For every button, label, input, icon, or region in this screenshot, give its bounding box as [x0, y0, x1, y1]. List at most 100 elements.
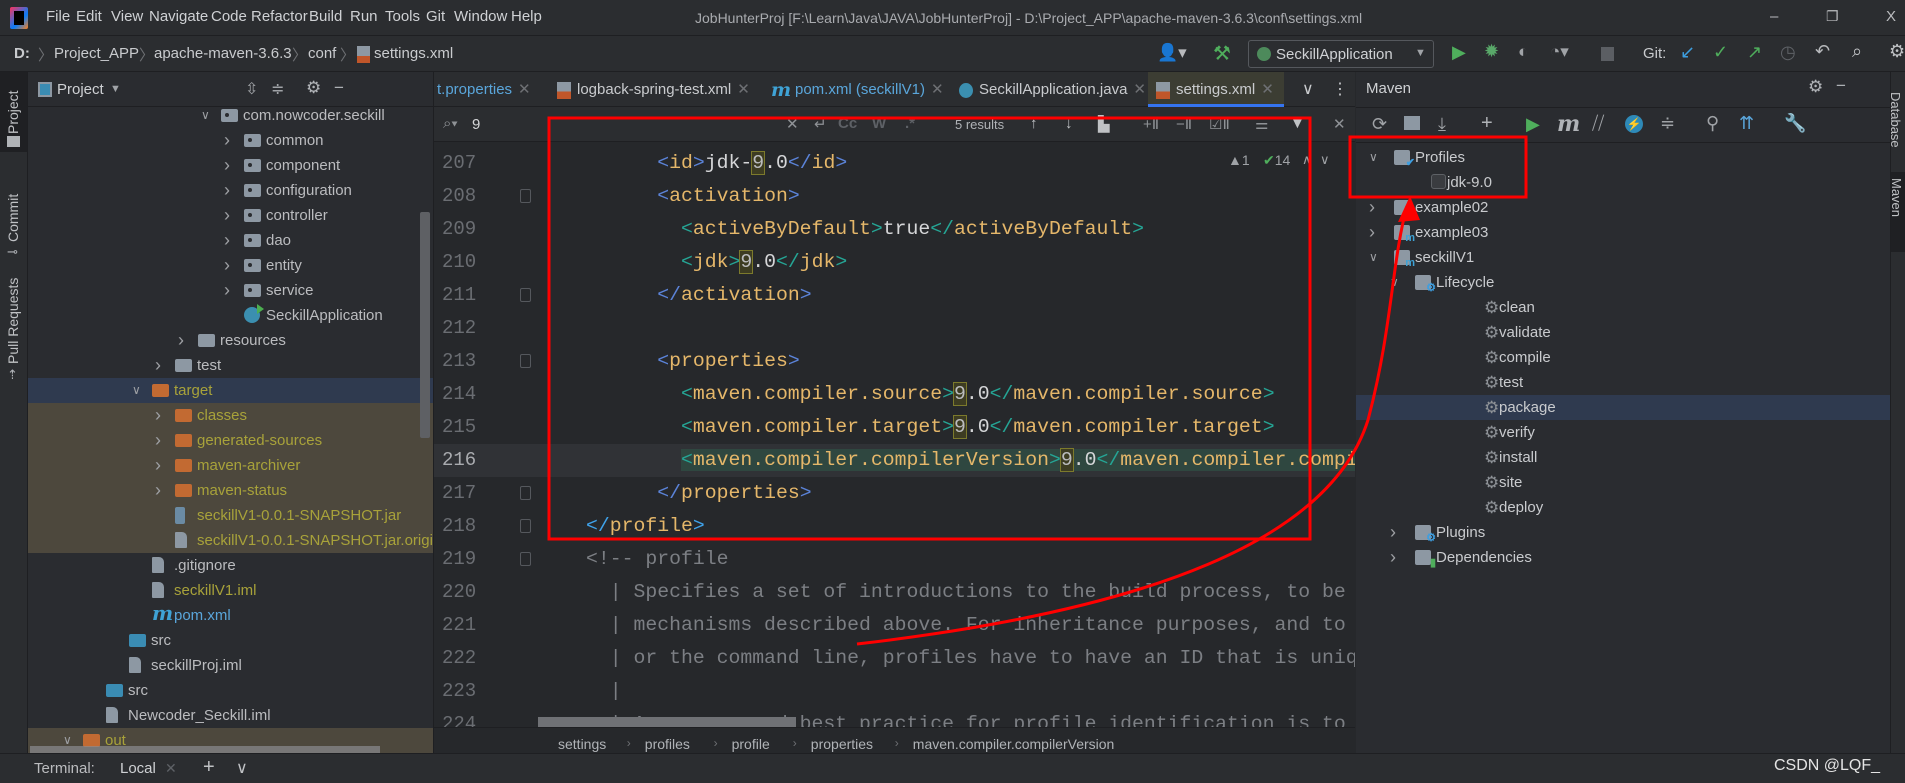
chevron-down-icon[interactable]: ▼	[110, 83, 121, 95]
settings-wrench-icon[interactable]: 🔧	[1784, 113, 1806, 134]
tree-item[interactable]: .gitignore	[28, 553, 433, 578]
run-config-select[interactable]: SeckillApplication ▼	[1248, 40, 1434, 68]
maven-tree-item[interactable]: ⚙ install	[1356, 445, 1890, 470]
tree-item[interactable]: › maven-archiver	[28, 453, 433, 478]
tab-seckillapplication[interactable]: SeckillApplication.java ✕	[951, 72, 1146, 107]
maven-tree-item[interactable]: ⚙ package	[1356, 395, 1890, 420]
code-line[interactable]: 215 <maven.compiler.target>9.0</maven.co…	[434, 411, 1355, 444]
tab-pom[interactable]: m pom.xml (seckillV1) ✕	[763, 72, 944, 107]
close-find-icon[interactable]: ✕	[1333, 115, 1346, 133]
tree-item[interactable]: › test	[28, 353, 433, 378]
menu-run[interactable]: Run	[350, 8, 378, 25]
code-line[interactable]: 221 | mechanisms described above. For in…	[434, 609, 1355, 642]
tree-item[interactable]: › entity	[28, 253, 433, 278]
chevron-right-icon[interactable]: ›	[155, 428, 161, 453]
tree-item[interactable]: Newcoder_Seckill.iml	[28, 703, 433, 728]
close-button[interactable]: X	[1886, 8, 1896, 25]
stop-icon[interactable]	[1601, 47, 1614, 61]
chevron-right-icon[interactable]: ›	[1369, 195, 1375, 220]
collapse-all-icon[interactable]: ≑	[271, 79, 284, 99]
code-line[interactable]: 219 <!-- profile	[434, 543, 1355, 576]
match-case-toggle[interactable]: Cc	[838, 115, 857, 132]
tree-item[interactable]: › common	[28, 128, 433, 153]
menu-file[interactable]: File	[46, 8, 70, 25]
breadcrumb-compilerversion[interactable]: maven.compiler.compilerVersion	[913, 736, 1115, 752]
chevron-down-icon[interactable]: ∨	[1369, 145, 1378, 170]
close-tab-icon[interactable]: ✕	[737, 81, 750, 98]
tree-item[interactable]: ∨ com.nowcoder.seckill	[28, 103, 433, 128]
code-line[interactable]: 218 </profile>	[434, 510, 1355, 543]
add-icon[interactable]: +	[1481, 112, 1493, 135]
tree-item[interactable]: › service	[28, 278, 433, 303]
tree-item[interactable]: › classes	[28, 403, 433, 428]
fold-marker-icon[interactable]	[520, 354, 531, 368]
code-line[interactable]: 211 </activation>	[434, 279, 1355, 312]
maven-tree-item[interactable]: ⚙ compile	[1356, 345, 1890, 370]
menu-code[interactable]: Code	[211, 8, 247, 25]
download-icon[interactable]: ⤓	[1438, 114, 1446, 135]
new-terminal-icon[interactable]: +	[203, 756, 215, 779]
chevron-down-icon[interactable]: ∨	[132, 378, 141, 403]
tree-item[interactable]: › maven-status	[28, 478, 433, 503]
run-icon[interactable]: ▶	[1526, 114, 1540, 135]
user-icon[interactable]: 👤▾	[1157, 43, 1187, 63]
next-occurrence-icon[interactable]: ↓	[1065, 115, 1073, 132]
code-line[interactable]: 222 | or the command line, profiles have…	[434, 642, 1355, 675]
fold-marker-icon[interactable]	[520, 519, 531, 533]
maven-tree-item[interactable]: ⚙ validate	[1356, 320, 1890, 345]
project-view-select[interactable]: Project	[57, 81, 104, 98]
tree-item[interactable]: src	[28, 678, 433, 703]
check-icon[interactable]: ✔14	[1263, 152, 1290, 169]
maven-tree-item[interactable]: jdk-9.0	[1356, 170, 1890, 195]
breadcrumb-profile[interactable]: profile	[732, 736, 770, 752]
tree-item[interactable]: SeckillApplication	[28, 303, 433, 328]
multiline-icon[interactable]: ☰	[1255, 115, 1268, 133]
search-options-icon[interactable]: ⌕▾	[443, 115, 458, 132]
run-icon[interactable]: ▶	[1452, 42, 1466, 63]
maven-tree-item[interactable]: ⚙ site	[1356, 470, 1890, 495]
terminal-tab-local[interactable]: Local	[120, 760, 156, 777]
tree-item[interactable]: seckillV1-0.0.1-SNAPSHOT.jar	[28, 503, 433, 528]
menu-view[interactable]: View	[111, 8, 143, 25]
maven-tree-item[interactable]: › ▮ Dependencies	[1356, 545, 1890, 570]
tree-item[interactable]: ∨ target	[28, 378, 433, 403]
chevron-right-icon[interactable]: ›	[224, 253, 230, 278]
chevron-right-icon[interactable]: ›	[224, 128, 230, 153]
show-diagram-icon[interactable]: ⇈	[1739, 113, 1754, 134]
code-line[interactable]: 212	[434, 312, 1355, 345]
settings-gear-icon[interactable]: ⚙	[1889, 41, 1905, 62]
git-push-icon[interactable]: ↗	[1747, 42, 1762, 63]
close-tab-icon[interactable]: ✕	[518, 81, 531, 98]
commit-tool-button[interactable]: Commit	[5, 194, 21, 242]
minimize-button[interactable]: –	[1770, 8, 1778, 25]
tree-item[interactable]: seckillV1.iml	[28, 578, 433, 603]
fold-marker-icon[interactable]	[520, 189, 531, 203]
code-line[interactable]: 209 <activeByDefault>true</activeByDefau…	[434, 213, 1355, 246]
tree-item[interactable]: › generated-sources	[28, 428, 433, 453]
menu-navigate[interactable]: Navigate	[149, 8, 208, 25]
breadcrumb-drive[interactable]: D:	[14, 45, 30, 62]
menu-edit[interactable]: Edit	[76, 8, 102, 25]
project-tool-button[interactable]: Project	[0, 72, 27, 152]
add-selection-icon[interactable]: +Ⅱ	[1143, 115, 1159, 133]
chevron-right-icon[interactable]: ›	[224, 203, 230, 228]
fold-marker-icon[interactable]	[520, 288, 531, 302]
maven-tree-item[interactable]: ∨ ✔ Profiles	[1356, 145, 1890, 170]
chevron-right-icon[interactable]: ›	[224, 228, 230, 253]
git-update-icon[interactable]: ↙	[1680, 42, 1695, 63]
menu-git[interactable]: Git	[426, 8, 445, 25]
menu-window[interactable]: Window	[454, 8, 507, 25]
code-line[interactable]: 208 <activation>	[434, 180, 1355, 213]
new-line-icon[interactable]: ↵	[814, 115, 827, 133]
tree-item[interactable]: › resources	[28, 328, 433, 353]
rollback-icon[interactable]: ↶	[1815, 41, 1830, 62]
fold-marker-icon[interactable]	[520, 486, 531, 500]
breadcrumb-maven[interactable]: apache-maven-3.6.3	[154, 45, 292, 62]
tree-item[interactable]: › component	[28, 153, 433, 178]
tree-item[interactable]: src	[28, 628, 433, 653]
maven-tree-item[interactable]: ∨ m seckillV1	[1356, 245, 1890, 270]
maven-tree-item[interactable]: ⚙ clean	[1356, 295, 1890, 320]
maven-tree-item[interactable]: ∨ ⚙ Lifecycle	[1356, 270, 1890, 295]
maven-tree-item[interactable]: › m example03	[1356, 220, 1890, 245]
regex-toggle[interactable]: .*	[905, 115, 915, 132]
